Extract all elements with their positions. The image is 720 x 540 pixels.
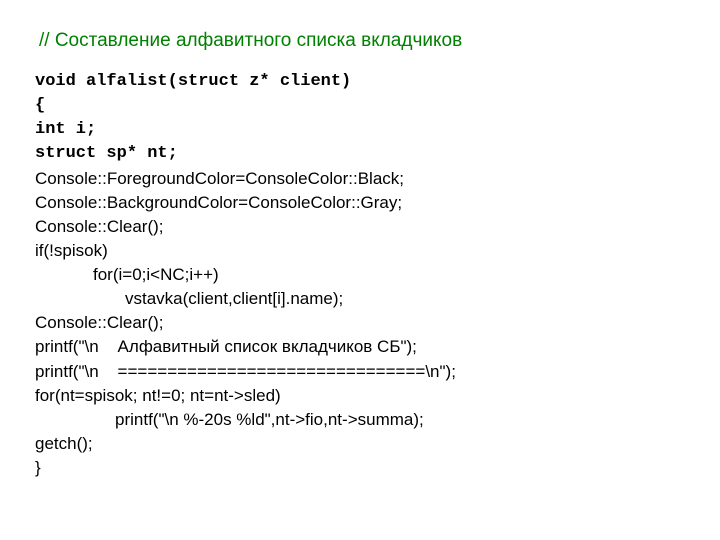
code-line: for(nt=spisok; nt!=0; nt=nt->sled): [35, 384, 685, 408]
code-line: struct sp* nt;: [35, 142, 685, 166]
code-line: Console::ForegroundColor=ConsoleColor::B…: [35, 167, 685, 191]
code-line: }: [35, 456, 685, 480]
code-line: getch();: [35, 432, 685, 456]
code-line: {: [35, 94, 685, 118]
code-line: void alfalist(struct z* client): [35, 70, 685, 94]
code-comment: // Составление алфавитного списка вкладч…: [39, 30, 685, 52]
code-line: Console::BackgroundColor=ConsoleColor::G…: [35, 191, 685, 215]
code-line: int i;: [35, 118, 685, 142]
code-line: printf("\n =============================…: [35, 360, 685, 384]
code-line: printf("\n Алфавитный список вкладчиков …: [35, 335, 685, 359]
code-line: printf("\n %-20s %ld",nt->fio,nt->summa)…: [35, 408, 685, 432]
code-line: Console::Clear();: [35, 311, 685, 335]
code-line: vstavka(client,client[i].name);: [35, 287, 685, 311]
code-line: Console::Clear();: [35, 215, 685, 239]
code-line: for(i=0;i<NC;i++): [35, 263, 685, 287]
code-block: void alfalist(struct z* client) { int i;…: [35, 70, 685, 480]
code-line: if(!spisok): [35, 239, 685, 263]
